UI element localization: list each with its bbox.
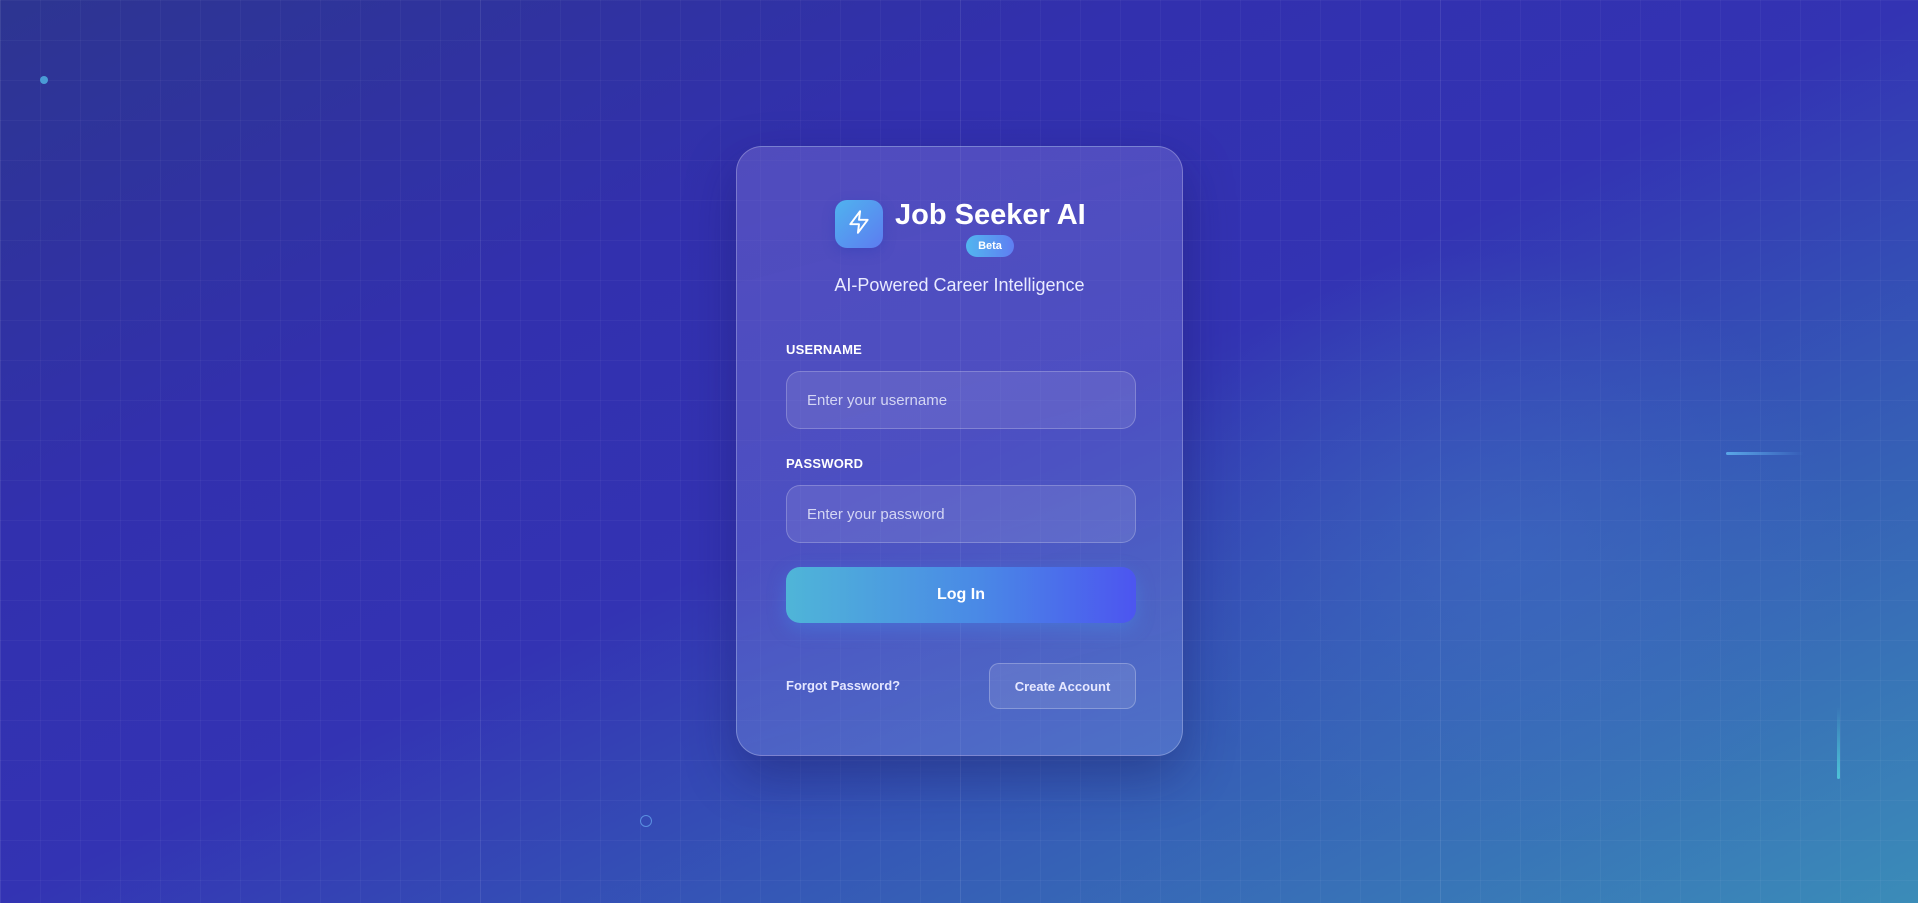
login-card: Job Seeker AI Beta AI-Powered Career Int…	[736, 146, 1183, 756]
app-logo	[835, 200, 883, 248]
brand-header: Job Seeker AI Beta	[835, 199, 1086, 257]
password-input[interactable]	[786, 485, 1136, 543]
decorative-ring	[640, 815, 652, 827]
beta-badge: Beta	[966, 235, 1014, 257]
forgot-password-link[interactable]: Forgot Password?	[786, 678, 900, 693]
tagline: AI-Powered Career Intelligence	[834, 275, 1085, 295]
password-label: PASSWORD	[786, 456, 864, 471]
create-account-button[interactable]: Create Account	[989, 663, 1136, 709]
background-glow	[1150, 250, 1850, 850]
brand-text: Job Seeker AI Beta	[895, 199, 1086, 257]
app-title: Job Seeker AI	[895, 199, 1086, 231]
login-button[interactable]: Log In	[786, 567, 1136, 623]
decorative-horizontal-line	[1726, 452, 1804, 455]
decorative-vertical-line	[1837, 707, 1840, 779]
lightning-bolt-icon	[846, 209, 872, 240]
username-input[interactable]	[786, 371, 1136, 429]
decorative-dot	[40, 76, 48, 84]
username-label: USERNAME	[786, 342, 862, 357]
